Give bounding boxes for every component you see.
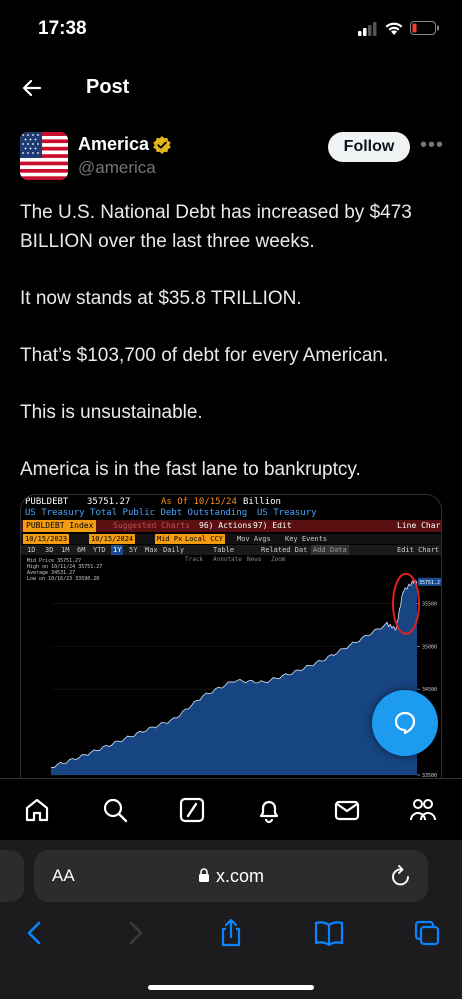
price-field[interactable]: Mid Px	[155, 534, 185, 544]
terminal-series-row: US Treasury Total Public Debt Outstandin…	[21, 508, 441, 520]
post-text: The U.S. National Debt has increased by …	[20, 198, 444, 512]
related-data[interactable]: Related Dat	[261, 545, 307, 555]
us-flag-icon	[20, 132, 68, 180]
period-1m[interactable]: 1M	[61, 545, 69, 555]
previous-tab-preview[interactable]	[0, 850, 24, 902]
status-bar: 17:38	[0, 0, 462, 60]
date-from[interactable]: 10/15/2023	[23, 534, 70, 544]
terminal-period-row: 1D 3D 1M 6M YTD 1Y 5Y Max Daily Table Re…	[21, 545, 441, 555]
terminal-source: US Treasury	[257, 508, 317, 518]
address-bar[interactable]: AA x.com	[34, 850, 428, 902]
date-to[interactable]: 10/15/2024	[89, 534, 136, 544]
reload-icon[interactable]	[390, 864, 412, 888]
signal-icon	[358, 22, 377, 36]
wifi-icon	[385, 22, 403, 35]
grok-icon	[179, 797, 205, 823]
communities-icon	[410, 799, 436, 821]
period-1d[interactable]: 1D	[27, 545, 35, 555]
post-paragraph: That’s $103,700 of debt for every Americ…	[20, 345, 389, 366]
table-button[interactable]: Table	[213, 545, 234, 555]
key-events[interactable]: Key Events	[283, 534, 329, 544]
tab-communities[interactable]	[408, 795, 438, 825]
edit-chart[interactable]: Edit Chart	[397, 545, 439, 555]
period-daily[interactable]: Daily	[163, 545, 184, 555]
period-3d[interactable]: 3D	[45, 545, 53, 555]
y-tick-label: 34500	[422, 687, 437, 693]
url-text: x.com	[215, 866, 264, 886]
verified-badge-icon	[153, 136, 171, 154]
tab-grok[interactable]	[177, 795, 207, 825]
currency-field[interactable]: Local CCY	[183, 534, 225, 544]
terminal-controls-row: 10/15/2023 10/15/2024 Mid Px Local CCY M…	[21, 534, 441, 544]
terminal-last: 35751.27	[87, 497, 131, 507]
lock-icon	[198, 868, 209, 882]
share-button[interactable]	[216, 918, 246, 948]
avatar[interactable]	[20, 132, 68, 180]
tab-search[interactable]	[100, 795, 130, 825]
terminal-menu-row: PUBLDEBT Index Suggested Charts 96) Acti…	[21, 520, 441, 532]
terminal-ticker: PUBLDEBT	[25, 497, 69, 507]
terminal-asof: As Of 10/15/24	[161, 497, 237, 507]
browser-forward-button[interactable]	[120, 918, 150, 948]
author-name[interactable]: America	[78, 134, 149, 155]
edit-menu[interactable]: 97) Edit	[253, 521, 292, 530]
period-max[interactable]: Max	[145, 545, 158, 555]
tabs-button[interactable]	[412, 918, 442, 948]
last-price-label: 35751.27	[419, 580, 442, 586]
reply-bubble-icon	[394, 711, 416, 735]
notifications-icon	[259, 800, 279, 824]
tab-notifications[interactable]	[254, 795, 284, 825]
follow-button[interactable]: Follow	[328, 132, 410, 162]
chevron-left-icon	[27, 921, 41, 945]
terminal-unit: Billion	[243, 497, 281, 507]
period-ytd[interactable]: YTD	[93, 545, 106, 555]
share-icon	[221, 918, 241, 947]
debt-area-chart: 3350034500350003550035751.27	[50, 572, 442, 779]
post-header: Post	[0, 66, 462, 110]
line-chart-label: Line Chart	[397, 521, 442, 530]
period-1y[interactable]: 1Y	[111, 545, 124, 555]
tab-home[interactable]	[22, 795, 52, 825]
reply-fab-button[interactable]	[372, 690, 438, 756]
bookmarks-button[interactable]	[314, 918, 344, 948]
browser-back-button[interactable]	[20, 918, 50, 948]
post-paragraph: It now stands at $35.8 TRILLION.	[20, 288, 302, 309]
mov-avgs[interactable]: Mov Avgs	[235, 534, 273, 544]
back-arrow-icon[interactable]	[20, 76, 44, 100]
post-paragraph: This is unsustainable.	[20, 402, 203, 423]
status-time: 17:38	[38, 18, 87, 39]
battery-icon	[410, 21, 439, 35]
browser-toolbar: AA x.com	[0, 840, 462, 999]
author-handle[interactable]: @america	[78, 158, 156, 178]
terminal-series-name: US Treasury Total Public Debt Outstandin…	[25, 508, 248, 518]
url-display[interactable]: x.com	[34, 866, 428, 887]
suggested-charts[interactable]: Suggested Charts	[113, 521, 190, 530]
page-title: Post	[86, 76, 130, 98]
tab-messages[interactable]	[332, 795, 362, 825]
period-5y[interactable]: 5Y	[129, 545, 137, 555]
actions-menu[interactable]: 96) Actions	[199, 521, 252, 530]
messages-icon	[334, 800, 360, 821]
home-indicator	[148, 985, 314, 990]
y-tick-label: 35500	[422, 601, 437, 607]
post-paragraph: America is in the fast lane to bankruptc…	[20, 459, 361, 480]
search-icon	[103, 798, 128, 823]
tabs-overview-icon	[414, 920, 440, 946]
more-options-icon[interactable]: •••	[420, 134, 444, 157]
index-tab[interactable]: PUBLDEBT Index	[23, 520, 97, 532]
chevron-right-icon	[129, 921, 143, 945]
post-paragraph: The U.S. National Debt has increased by …	[20, 202, 412, 252]
add-data[interactable]: Add Data	[311, 545, 349, 555]
bookmarks-book-icon	[314, 921, 344, 946]
home-icon	[25, 798, 49, 822]
bottom-tab-bar	[0, 778, 462, 840]
y-tick-label: 35000	[422, 644, 437, 650]
period-6m[interactable]: 6M	[77, 545, 85, 555]
